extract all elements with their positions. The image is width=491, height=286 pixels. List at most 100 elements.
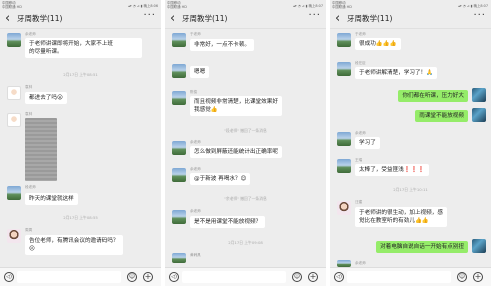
message-bubble[interactable]: 于老师讲解清楚，学习了！🙏 — [355, 67, 438, 79]
timestamp: 2月17日 上午10:11 — [393, 187, 428, 192]
my-avatar[interactable] — [472, 108, 486, 122]
message-bubble[interactable]: 太棒了，受益匪浅❗❗❗ — [355, 164, 429, 176]
message-bubble[interactable]: 而且视频非常清楚，比课堂效果好 我感觉👍 — [190, 96, 282, 116]
message-text: 告位老师，有腾讯会议的邀请码吗？ — [29, 238, 119, 244]
avatar[interactable] — [7, 33, 21, 47]
message-bubble[interactable]: 很成功👍👍👍 — [355, 38, 401, 50]
message-input[interactable] — [17, 271, 121, 283]
avatar[interactable] — [337, 260, 351, 267]
more-icon[interactable]: ··· — [473, 11, 486, 21]
message-text: 😐 — [29, 246, 35, 252]
avatar[interactable] — [172, 141, 186, 155]
message-bubble[interactable]: @于新波 再喝水？😊 — [190, 173, 251, 185]
avatar[interactable] — [172, 91, 186, 105]
avatar[interactable] — [337, 132, 351, 146]
chat-screen-1: 中国移动 中国联通 HD ▴▾ ◔ ⊿ ▮ 晚上8:06 ‹ 牙周教学(11) … — [0, 0, 161, 286]
avatar[interactable] — [337, 33, 351, 47]
my-avatar[interactable] — [472, 88, 486, 102]
message-bubble[interactable]: 是不是用课堂不能放视频？ — [190, 216, 266, 228]
plus-icon[interactable]: + — [143, 272, 153, 282]
back-icon[interactable]: ‹ — [335, 12, 340, 26]
chat-screen-2: 中国移动 中国联通 HD ▴▾ ◔ ⊿ ▮ 晚上8:07 ‹ 牙周教学(11) … — [165, 0, 326, 286]
status-bar: 中国移动 中国联通 HD ▴▾ ◔ ⊿ ▮ 晚上8:07 — [330, 0, 491, 11]
emoji-icon[interactable]: ☺ — [457, 272, 467, 282]
message-bubble[interactable]: 学习了 — [355, 137, 380, 149]
message-text: 昨天的课堂就这样 — [29, 196, 74, 202]
message-bubble[interactable]: 怎么做到屏蔽还能统计出正确率呢 — [190, 146, 282, 158]
chat-screen-3: 中国移动 中国联通 HD ▴▾ ◔ ⊿ ▮ 晚上8:07 ‹ 牙周教学(11) … — [330, 0, 491, 286]
avatar[interactable] — [337, 62, 351, 76]
timestamp: 2月17日 上午08:51 — [63, 72, 98, 77]
message-bubble[interactable]: 于老师讲的很生动，加上视频，感 觉比在教室听的有劲儿👍👍 — [355, 207, 447, 227]
avatar[interactable] — [172, 168, 186, 182]
sender-name: 王瑞 — [355, 158, 363, 162]
sender-name: 余老师 — [190, 209, 201, 213]
chat-title: 牙周教学(11) — [17, 14, 63, 23]
chat-header: ‹ 牙周教学(11) ··· — [330, 11, 491, 29]
status-right: ▴▾ ◔ ⊿ ▮ 晚上8:06 — [128, 4, 158, 8]
plus-icon[interactable]: + — [308, 272, 318, 282]
message-bubble[interactable]: 嗯嗯 — [190, 66, 210, 78]
emoji-icon[interactable]: ☺ — [292, 272, 302, 282]
my-avatar[interactable] — [472, 239, 486, 253]
message-input[interactable] — [347, 271, 451, 283]
chat-title: 牙周教学(11) — [347, 14, 393, 23]
carrier-text: 中国移动 中国联通 HD — [2, 1, 22, 9]
sender-name: 陈俊 — [190, 90, 198, 94]
message-bubble[interactable]: 告位老师，有腾讯会议的邀请码吗？ 😐 — [25, 235, 123, 255]
message-text: 怎么做到屏蔽还能统计出正确率呢 — [194, 149, 278, 155]
my-message-bubble[interactable]: 雨课堂不能放视频 — [415, 110, 468, 122]
avatar[interactable] — [172, 253, 186, 263]
more-icon[interactable]: ··· — [143, 11, 156, 21]
plus-icon[interactable]: + — [473, 272, 483, 282]
sender-name: 于老师 — [355, 32, 366, 36]
message-bubble[interactable]: 非常好，一点不卡顿。 — [190, 39, 254, 51]
status-right: ▴▾ ◔ ⊿ ▮ 晚上8:07 — [293, 4, 323, 8]
avatar[interactable] — [7, 186, 21, 200]
avatar[interactable] — [7, 113, 21, 127]
system-message: "段老师" 撤回了一条消息 — [224, 128, 267, 133]
message-input[interactable] — [182, 271, 286, 283]
message-text: 觉比在教室听的有劲儿👍👍 — [359, 218, 429, 224]
message-text: 都进去了吗😮 — [29, 95, 63, 101]
timestamp: 2月17日 上午08:55 — [63, 215, 98, 220]
message-text: 是不是用课堂不能放视频？ — [194, 219, 262, 225]
status-right: ▴▾ ◔ ⊿ ▮ 晚上8:07 — [458, 4, 488, 8]
voice-icon[interactable]: ◁) — [4, 272, 14, 282]
sender-name: 余老师 — [190, 167, 201, 171]
sender-name: 余老师 — [25, 32, 36, 36]
message-text: 你们都在听课，压力好大 — [402, 93, 464, 99]
my-message-bubble[interactable]: 对着电脑自说自话一开始有点别扭 — [376, 241, 468, 253]
back-icon[interactable]: ‹ — [5, 12, 10, 26]
avatar[interactable] — [337, 159, 351, 173]
voice-icon[interactable]: ◁) — [334, 272, 344, 282]
message-text: 的尽量听课。 — [29, 49, 63, 55]
more-icon[interactable]: ··· — [308, 11, 321, 21]
emoji-icon[interactable]: ☺ — [127, 272, 137, 282]
message-text: 很成功👍👍👍 — [359, 41, 397, 47]
message-text: 非常好，一点不卡顿。 — [194, 42, 250, 48]
message-bubble[interactable]: 昨天的课堂就这样 — [25, 193, 78, 205]
avatar[interactable] — [7, 86, 21, 100]
message-text: 对着电脑自说自话一开始有点别扭 — [380, 244, 464, 250]
avatar[interactable] — [172, 64, 186, 78]
status-bar: 中国移动 中国联通 HD ▴▾ ◔ ⊿ ▮ 晚上8:06 — [0, 0, 161, 11]
image-message[interactable] — [25, 118, 57, 181]
sender-name: 余老师 — [355, 261, 366, 265]
carrier-text: 中国移动 中国联通 HD — [332, 1, 352, 9]
chat-header: ‹ 牙周教学(11) ··· — [165, 11, 326, 29]
avatar[interactable] — [337, 201, 351, 215]
sender-name: 袁林 — [25, 85, 33, 89]
avatar[interactable] — [7, 229, 21, 243]
chat-title: 牙周教学(11) — [182, 14, 228, 23]
my-message-bubble[interactable]: 你们都在听课，压力好大 — [398, 90, 468, 102]
message-bubble[interactable]: 都进去了吗😮 — [25, 92, 67, 104]
voice-icon[interactable]: ◁) — [169, 272, 179, 282]
message-bubble[interactable]: 于老师讲课即将开始，大家不上班 的尽量听课。 — [25, 38, 142, 58]
message-text: 学习了 — [359, 140, 376, 146]
back-icon[interactable]: ‹ — [170, 12, 175, 26]
avatar[interactable] — [172, 210, 186, 224]
avatar[interactable] — [172, 33, 186, 47]
timestamp: 2月17日 上午09:08 — [228, 240, 263, 245]
input-bar: ◁) ☺ + — [165, 267, 326, 286]
